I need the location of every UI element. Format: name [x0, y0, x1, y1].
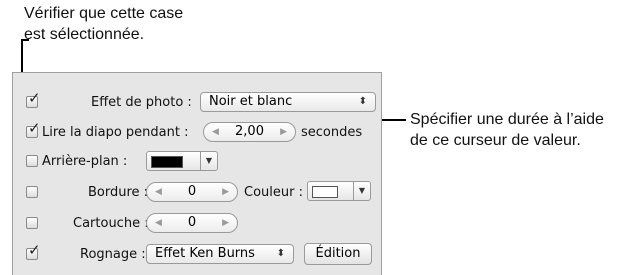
- photo-effect-value: Noir et blanc: [209, 94, 293, 109]
- updown-arrows-icon: ⬍: [358, 96, 367, 107]
- background-color-well[interactable]: ▼: [146, 151, 218, 171]
- check-icon: ✓: [28, 119, 41, 137]
- increment-arrow-icon[interactable]: ▶: [222, 214, 229, 232]
- callout-right-line1: Spécifier une durée à l’aide: [410, 111, 604, 128]
- callout-right-line2: de ce curseur de valeur.: [410, 132, 581, 149]
- chevron-down-icon[interactable]: ▼: [353, 182, 370, 200]
- callout-select-checkbox: Vérifier que cette case est sélectionnée…: [24, 3, 183, 45]
- matte-label: Cartouche :: [73, 216, 149, 231]
- crop-checkbox[interactable]: ✓: [26, 243, 41, 260]
- play-slideshow-checkbox[interactable]: ✓: [26, 121, 41, 138]
- increment-arrow-icon[interactable]: ▶: [280, 123, 287, 141]
- matte-stepper[interactable]: ◀ 0 ▶: [146, 213, 238, 233]
- callout-top-leader-horizontal: [21, 39, 29, 41]
- seconds-unit-label: secondes: [301, 125, 363, 140]
- background-color-swatch: [151, 156, 183, 168]
- callout-top-line1: Vérifier que cette case: [24, 5, 184, 22]
- crop-label: Rognage :: [80, 247, 146, 262]
- border-color-label: Couleur :: [244, 185, 303, 200]
- chevron-down-icon[interactable]: ▼: [200, 152, 217, 170]
- updown-arrows-icon: ⬍: [276, 248, 285, 259]
- matte-checkbox[interactable]: [26, 217, 38, 229]
- photo-effect-popup[interactable]: Noir et blanc ⬍: [200, 92, 376, 112]
- border-color-well[interactable]: ▼: [307, 181, 371, 201]
- photo-effect-checkbox[interactable]: ✓: [26, 91, 41, 108]
- callout-top-line2: est sélectionnée.: [24, 26, 145, 43]
- duration-stepper[interactable]: ◀ 2,00 ▶: [203, 122, 296, 142]
- callout-duration-slider: Spécifier une durée à l’aide de ce curse…: [410, 109, 604, 151]
- increment-arrow-icon[interactable]: ▶: [222, 183, 229, 201]
- border-color-swatch: [312, 186, 338, 198]
- border-stepper[interactable]: ◀ 0 ▶: [146, 182, 238, 202]
- background-checkbox[interactable]: [26, 155, 38, 167]
- crop-value: Effet Ken Burns: [155, 246, 255, 261]
- border-label: Bordure :: [88, 185, 149, 200]
- edit-button[interactable]: Édition: [304, 243, 372, 265]
- check-icon: ✓: [28, 89, 41, 107]
- crop-popup[interactable]: Effet Ken Burns ⬍: [146, 244, 294, 264]
- background-label: Arrière-plan :: [42, 154, 128, 169]
- play-slideshow-label: Lire la diapo pendant :: [42, 125, 189, 140]
- photo-effect-label: Effet de photo :: [91, 95, 192, 110]
- slideshow-settings-panel: ✓ Effet de photo : Noir et blanc ⬍ ✓ Lir…: [12, 72, 382, 275]
- check-icon: ✓: [28, 241, 41, 259]
- border-checkbox[interactable]: [26, 186, 38, 198]
